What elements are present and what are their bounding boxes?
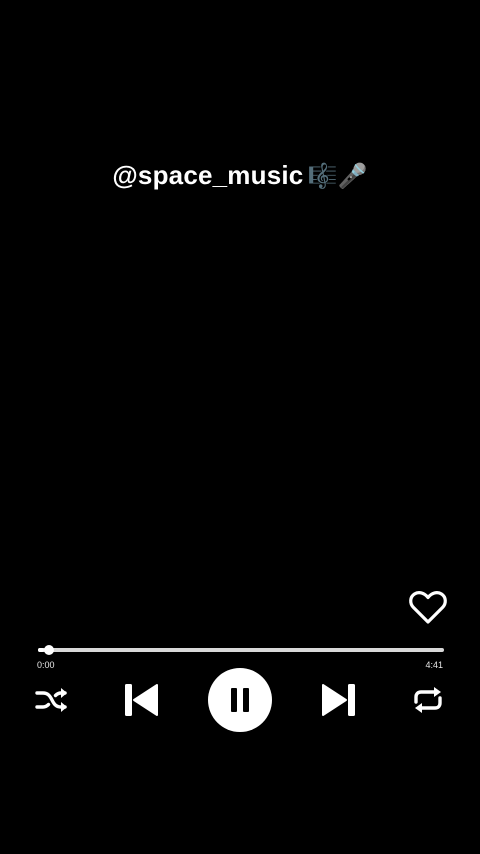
pause-button[interactable] xyxy=(208,668,272,732)
shuffle-icon xyxy=(35,688,67,712)
pause-icon xyxy=(231,688,249,712)
like-button[interactable] xyxy=(408,588,448,626)
heart-outline-icon xyxy=(409,591,447,624)
shuffle-button[interactable] xyxy=(34,684,70,716)
repeat-button[interactable] xyxy=(410,684,446,716)
next-button[interactable] xyxy=(318,680,360,720)
player-screen: @space_music 🎼🎤 0:00 4:41 xyxy=(0,0,480,854)
previous-button[interactable] xyxy=(120,680,162,720)
caption-emoji: 🎼🎤 xyxy=(307,162,368,190)
skip-previous-icon xyxy=(125,684,158,716)
channel-caption: @space_music 🎼🎤 xyxy=(0,160,480,191)
progress-track xyxy=(38,648,444,652)
skip-next-icon xyxy=(322,684,355,716)
progress-thumb[interactable] xyxy=(44,645,55,655)
progress-bar[interactable] xyxy=(38,645,444,655)
repeat-icon xyxy=(414,687,442,713)
playback-controls xyxy=(0,668,480,732)
channel-handle: @space_music xyxy=(112,160,304,190)
